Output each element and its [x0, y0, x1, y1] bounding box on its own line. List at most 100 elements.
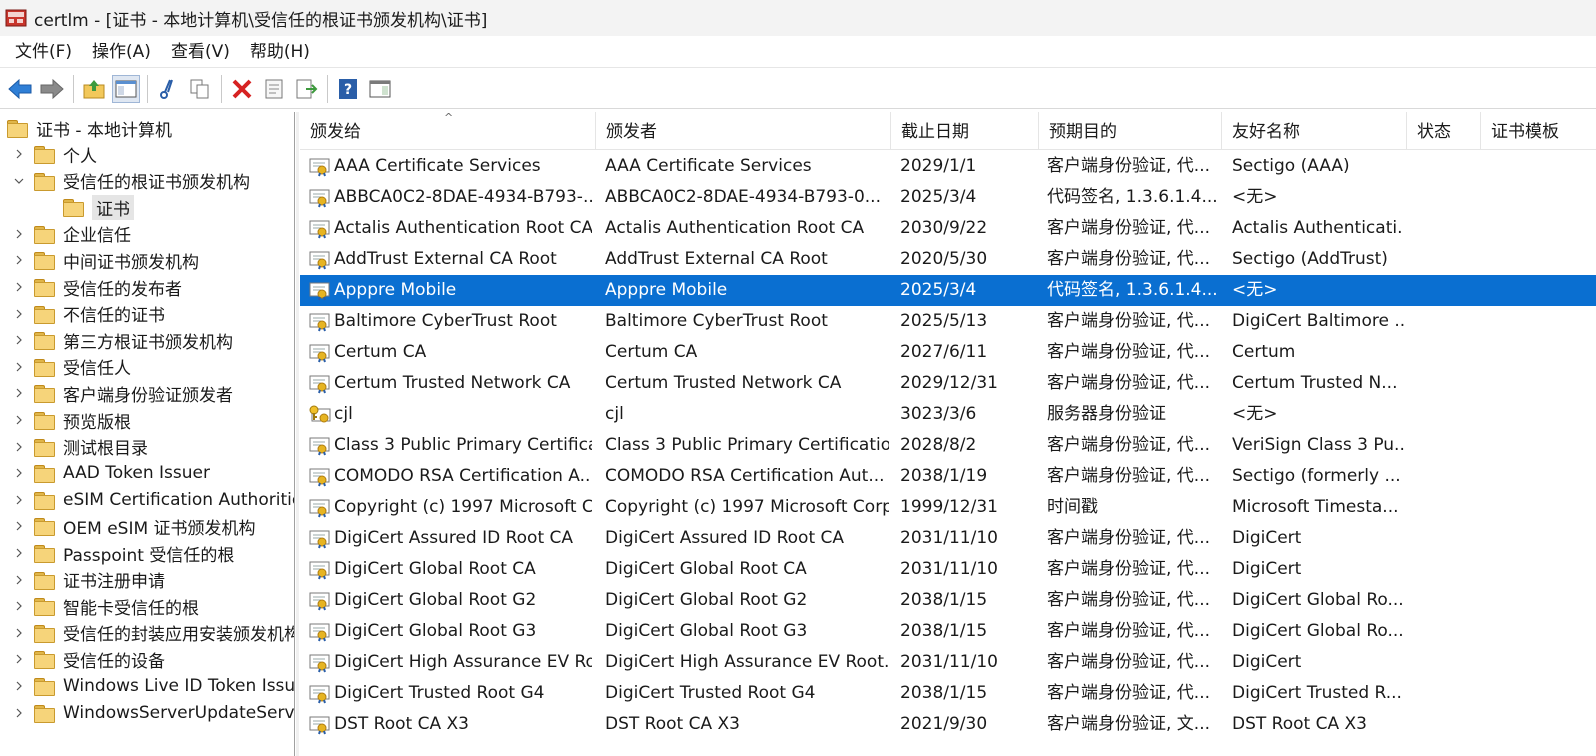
tree-item[interactable]: 受信任的发布者: [13, 274, 182, 300]
menu-view[interactable]: 查看(V): [161, 38, 240, 66]
folder-icon: [33, 145, 55, 164]
cell-friendly-name: <无>: [1232, 187, 1278, 207]
chevron-right-icon[interactable]: [13, 467, 25, 479]
table-row[interactable]: DST Root CA X3 DST Root CA X3 2021/9/30 客户端…: [300, 709, 1596, 740]
export-list-icon[interactable]: [292, 75, 320, 103]
tree-root[interactable]: 证书 - 本地计算机: [6, 115, 172, 141]
up-folder-icon[interactable]: [80, 75, 108, 103]
tree-item[interactable]: 受信任的根证书颁发机构: [13, 168, 250, 194]
table-row[interactable]: DigiCert Global Root CA DigiCert Global R…: [300, 554, 1596, 585]
table-row[interactable]: DigiCert Trusted Root G4 DigiCert Trusted…: [300, 678, 1596, 709]
pane-splitter[interactable]: [296, 112, 299, 756]
table-row[interactable]: DigiCert Global Root G3 DigiCert Global R…: [300, 616, 1596, 647]
chevron-down-icon[interactable]: [13, 175, 25, 187]
chevron-right-icon[interactable]: [13, 361, 25, 373]
cell-purpose: 客户端身份验证, 代...: [1047, 373, 1211, 393]
tree-item[interactable]: 证书注册申请: [13, 567, 165, 593]
column-header-issued-to[interactable]: 颁发给 ^: [300, 112, 596, 150]
table-row[interactable]: Copyright (c) 1997 Microsoft C... Copyrig…: [300, 492, 1596, 523]
sort-ascending-icon: ^: [444, 112, 454, 124]
tree-item-label: AAD Token Issuer: [63, 463, 210, 484]
tree-item[interactable]: 证书: [62, 194, 134, 220]
chevron-right-icon[interactable]: [13, 574, 25, 586]
cell-expiration: 2025/3/4: [900, 280, 977, 300]
column-header-expiration[interactable]: 截止日期: [891, 112, 1039, 150]
tree-item[interactable]: eSIM Certification Authorities: [13, 487, 294, 513]
chevron-right-icon[interactable]: [13, 627, 25, 639]
forward-arrow-icon[interactable]: [38, 75, 66, 103]
cell-friendly-name: DST Root CA X3: [1232, 714, 1367, 734]
cell-purpose: 代码签名, 1.3.6.1.4....: [1047, 280, 1219, 300]
tree-item[interactable]: 客户端身份验证颁发者: [13, 380, 233, 406]
chevron-right-icon[interactable]: [13, 494, 25, 506]
show-hide-console-tree-icon[interactable]: [112, 74, 140, 103]
column-header-purpose[interactable]: 预期目的: [1039, 112, 1222, 150]
delete-icon[interactable]: [228, 75, 256, 103]
certificate-app-icon[interactable]: [5, 7, 27, 29]
tree-item[interactable]: WindowsServerUpdateServices: [13, 700, 294, 726]
column-header-status[interactable]: 状态: [1407, 112, 1481, 150]
tree-item[interactable]: Passpoint 受信任的根: [13, 540, 234, 566]
chevron-right-icon[interactable]: [13, 547, 25, 559]
tree-item[interactable]: OEM eSIM 证书颁发机构: [13, 513, 256, 539]
column-header-issuer[interactable]: 颁发者: [596, 112, 891, 150]
table-row[interactable]: Apppre Mobile Apppre Mobile 2025/3/4 代码签名, …: [300, 275, 1596, 306]
tree-item[interactable]: 测试根目录: [13, 434, 148, 460]
help-icon[interactable]: ?: [334, 75, 362, 103]
tree-item[interactable]: AAD Token Issuer: [13, 460, 210, 486]
chevron-right-icon[interactable]: [13, 148, 25, 160]
tree-item[interactable]: 受信任人: [13, 354, 131, 380]
tree-item[interactable]: Windows Live ID Token Issuer: [13, 673, 294, 699]
table-row[interactable]: ABBCA0C2-8DAE-4934-B793-... ABBCA0C2-8DAE…: [300, 182, 1596, 213]
chevron-right-icon[interactable]: [13, 308, 25, 320]
table-row[interactable]: COMODO RSA Certification A... COMODO RSA …: [300, 461, 1596, 492]
chevron-right-icon[interactable]: [13, 600, 25, 612]
table-row[interactable]: DigiCert High Assurance EV Ro... DigiCert…: [300, 647, 1596, 678]
tree-item[interactable]: 企业信任: [13, 221, 131, 247]
tree-item[interactable]: 不信任的证书: [13, 301, 165, 327]
column-header-friendly-name[interactable]: 友好名称: [1222, 112, 1407, 150]
copy-icon[interactable]: [186, 75, 214, 103]
table-row[interactable]: AddTrust External CA Root AddTrust Extern…: [300, 244, 1596, 275]
chevron-right-icon[interactable]: [13, 414, 25, 426]
table-row[interactable]: Class 3 Public Primary Certifica... Class…: [300, 430, 1596, 461]
table-row[interactable]: Certum CA Certum CA 2027/6/11 客户端身份验证, 代...…: [300, 337, 1596, 368]
cell-issued-to: DigiCert Global Root CA: [334, 559, 536, 579]
table-row[interactable]: Certum Trusted Network CA Certum Trusted …: [300, 368, 1596, 399]
chevron-right-icon[interactable]: [13, 387, 25, 399]
chevron-right-icon[interactable]: [13, 680, 25, 692]
chevron-right-icon[interactable]: [13, 254, 25, 266]
folder-icon: [33, 331, 55, 351]
menu-help[interactable]: 帮助(H): [240, 38, 320, 66]
chevron-right-icon[interactable]: [13, 653, 25, 665]
tree-item[interactable]: 受信任的封装应用安装颁发机构: [13, 620, 294, 646]
table-row[interactable]: DigiCert Global Root G2 DigiCert Global R…: [300, 585, 1596, 616]
chevron-right-icon[interactable]: [13, 334, 25, 346]
chevron-right-icon[interactable]: [13, 520, 25, 532]
table-row[interactable]: Actalis Authentication Root CA Actalis Au…: [300, 213, 1596, 244]
folder-icon: [33, 677, 55, 696]
back-arrow-icon[interactable]: [6, 75, 34, 103]
cut-icon[interactable]: [154, 75, 182, 103]
chevron-right-icon[interactable]: [13, 707, 25, 719]
chevron-right-icon[interactable]: [13, 228, 25, 240]
menu-action[interactable]: 操作(A): [82, 38, 161, 66]
tree-item[interactable]: 受信任的设备: [13, 646, 165, 672]
tree-item[interactable]: 中间证书颁发机构: [13, 247, 199, 273]
tree-item[interactable]: 预览版根: [13, 407, 131, 433]
column-header-template[interactable]: 证书模板: [1481, 112, 1596, 150]
properties-icon[interactable]: [260, 75, 288, 103]
tree-item[interactable]: 个人: [13, 141, 97, 167]
table-row[interactable]: cjl cjl 3023/3/6 服务器身份验证 <无>: [300, 399, 1596, 430]
action-pane-icon[interactable]: [366, 75, 394, 103]
table-row[interactable]: DigiCert Assured ID Root CA DigiCert Assu…: [300, 523, 1596, 554]
tree-item-label: OEM eSIM 证书颁发机构: [63, 518, 256, 539]
table-row[interactable]: AAA Certificate Services AAA Certificate …: [300, 151, 1596, 182]
menu-file[interactable]: 文件(F): [5, 38, 82, 66]
table-row[interactable]: Baltimore CyberTrust Root Baltimore Cyber…: [300, 306, 1596, 337]
tree-item[interactable]: 智能卡受信任的根: [13, 593, 199, 619]
column-header-label: 截止日期: [901, 122, 969, 142]
tree-item[interactable]: 第三方根证书颁发机构: [13, 327, 233, 353]
chevron-right-icon[interactable]: [13, 281, 25, 293]
chevron-right-icon[interactable]: [13, 441, 25, 453]
